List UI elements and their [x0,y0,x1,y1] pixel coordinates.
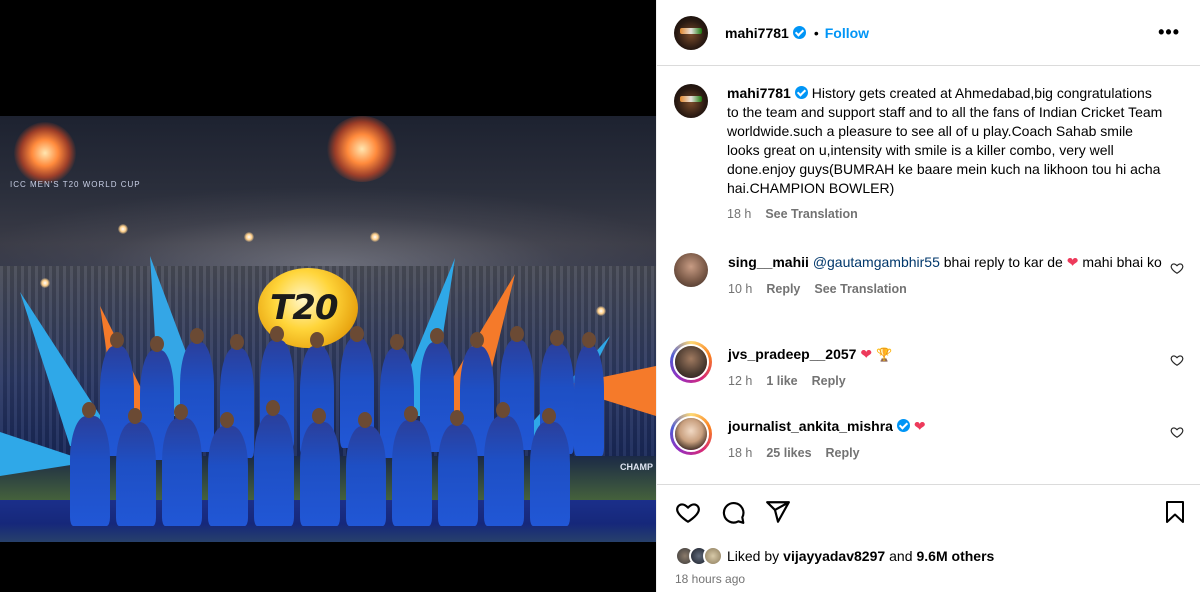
caption-text: History gets created at Ahmedabad,big co… [727,85,1163,196]
post-actions: Liked by vijayyadav8297 and 9.6M others … [657,484,1200,592]
commenter-username[interactable]: jvs_pradeep__2057 [728,346,856,362]
like-comment-heart-icon[interactable] [1170,353,1184,367]
comment-likes[interactable]: 1 like [766,372,797,391]
comment-time[interactable]: 18 h [728,444,752,463]
liked-by: Liked by vijayyadav8297 and 9.6M others [675,546,994,566]
caption: mahi7781 History gets created at Ahmedab… [674,84,1184,224]
comment-text: bhai reply to kar de [939,254,1067,270]
stadium-banner-right: CHAMP [620,462,653,472]
see-translation-button[interactable]: See Translation [814,280,906,299]
reply-button[interactable]: Reply [812,372,846,391]
liked-by-and: and [889,548,913,564]
heart-emoji-icon: ❤ [860,346,873,362]
separator-dot: • [813,24,819,41]
see-translation-button[interactable]: See Translation [765,205,857,224]
t20-logo-text: T20 [270,288,339,328]
post-details-panel: mahi7781 • Follow ••• mahi7781 History g… [656,0,1200,592]
liked-by-prefix: Liked by [727,548,780,564]
heart-emoji-icon: ❤ [913,418,926,434]
author-username[interactable]: mahi7781 [725,25,789,41]
heart-emoji-icon: ❤ [1066,254,1079,270]
caption-avatar[interactable] [674,84,708,118]
likes-count[interactable]: 9.6M others [917,548,995,564]
like-comment-heart-icon[interactable] [1170,261,1184,275]
comment-time[interactable]: 10 h [728,280,752,299]
comment-likes[interactable]: 25 likes [766,444,811,463]
liked-by-user[interactable]: vijayyadav8297 [783,548,885,564]
comment-item: sing__mahii @gautamgambhir55 bhai reply … [674,253,1184,299]
commenter-username[interactable]: journalist_ankita_mishra [728,418,893,434]
caption-username[interactable]: mahi7781 [727,85,791,101]
comment-icon[interactable] [720,499,746,525]
team-group [60,326,620,526]
verified-badge-icon [896,419,910,432]
bookmark-icon[interactable] [1163,499,1187,525]
comment-time[interactable]: 12 h [728,372,752,391]
author-avatar[interactable] [674,15,708,50]
like-comment-heart-icon[interactable] [1170,425,1184,439]
caption-time[interactable]: 18 h [727,205,751,224]
reply-button[interactable]: Reply [766,280,800,299]
comment-text-end: mahi bhai ko [1078,254,1162,270]
post-media[interactable]: ICC MEN'S T20 WORLD CUP T20 CHAMP [0,0,656,592]
commenter-username[interactable]: sing__mahii [728,254,809,270]
commenter-avatar[interactable] [670,413,712,455]
verified-badge-icon [794,86,808,99]
commenter-avatar[interactable] [674,253,708,287]
comment-item: journalist_ankita_mishra ❤ 18 h 25 likes… [670,413,1184,463]
caption-text-block: mahi7781 History gets created at Ahmedab… [727,84,1167,198]
heart-icon[interactable] [675,499,701,525]
share-icon[interactable] [765,499,791,525]
follow-button[interactable]: Follow [825,25,869,41]
more-options-icon[interactable]: ••• [1158,22,1180,43]
post-timestamp[interactable]: 18 hours ago [675,572,745,586]
celebration-photo: ICC MEN'S T20 WORLD CUP T20 CHAMP [0,116,656,542]
verified-badge-icon [792,26,806,39]
comments-list[interactable]: mahi7781 History gets created at Ahmedab… [657,67,1200,484]
mention-link[interactable]: @gautamgambhir55 [813,254,940,270]
trophy-emoji-icon: 🏆 [875,347,893,362]
commenter-avatar[interactable] [670,341,712,383]
reply-button[interactable]: Reply [826,444,860,463]
comment-item: jvs_pradeep__2057 ❤ 🏆 12 h 1 like Reply [670,341,1184,391]
liker-avatars[interactable] [675,546,723,566]
post-header: mahi7781 • Follow ••• [657,0,1200,66]
